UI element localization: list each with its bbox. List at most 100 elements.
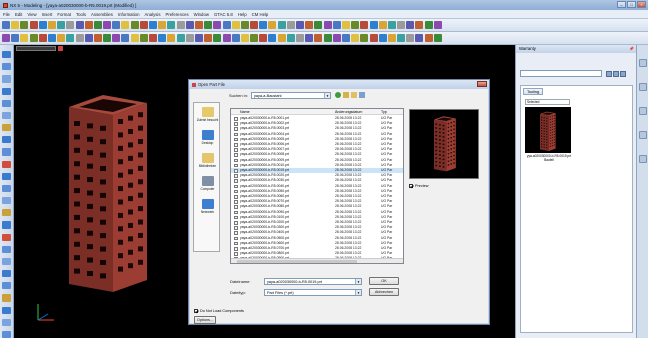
place-desktop[interactable]: Desktop xyxy=(194,130,221,145)
sew-icon[interactable] xyxy=(277,34,286,42)
resource-search-field[interactable] xyxy=(520,70,602,77)
clip-icon[interactable] xyxy=(332,34,341,42)
redo-icon[interactable] xyxy=(2,34,10,42)
dialog-close-button[interactable] xyxy=(477,81,487,87)
subtract-icon[interactable] xyxy=(286,21,295,29)
palette-tool-4-icon[interactable] xyxy=(2,87,11,95)
minimize-button[interactable]: – xyxy=(617,1,626,8)
menu-tools[interactable]: Tools xyxy=(76,12,86,17)
menu-format[interactable]: Format xyxy=(57,12,71,17)
patch-icon[interactable] xyxy=(286,34,295,42)
refresh-icon[interactable] xyxy=(606,71,612,77)
menu-edit[interactable]: Edit xyxy=(15,12,22,17)
thread-icon[interactable] xyxy=(185,34,194,42)
do-not-load-checkbox[interactable] xyxy=(194,309,198,313)
section-icon[interactable] xyxy=(323,34,332,42)
layer-icon[interactable] xyxy=(66,34,75,42)
zoom-icon[interactable] xyxy=(93,21,102,29)
column-date[interactable]: Änderungsdatum xyxy=(335,110,362,114)
hole-icon[interactable] xyxy=(167,21,176,29)
subtract-icon[interactable] xyxy=(222,34,231,42)
sketch-icon[interactable] xyxy=(139,21,148,29)
menu-window[interactable]: Window xyxy=(194,12,209,17)
palette-tool-18-icon[interactable] xyxy=(2,257,11,266)
palette-tool-11-icon[interactable] xyxy=(2,172,11,180)
menu-assemblies[interactable]: Assemblies xyxy=(91,12,113,17)
offset-icon[interactable] xyxy=(323,21,332,29)
extrude-icon[interactable] xyxy=(84,34,93,42)
palette-tool-8-icon[interactable] xyxy=(2,136,11,144)
preview-checkbox[interactable] xyxy=(409,184,413,188)
palette-tool-1-icon[interactable] xyxy=(2,51,11,59)
view-toggle-icon[interactable] xyxy=(613,71,619,77)
scale-icon[interactable] xyxy=(332,21,341,29)
maximize-button[interactable]: □ xyxy=(627,1,636,8)
view-icon[interactable] xyxy=(57,34,66,42)
place-netzwerk[interactable]: Netzwerk xyxy=(194,199,221,214)
filename-field[interactable]: yaya-a020030000-b-R5.0019.prt ▼ xyxy=(264,278,362,285)
dock-tab-2-icon[interactable] xyxy=(638,83,647,91)
place-zuletzt-besucht[interactable]: Zuletzt besucht xyxy=(194,107,221,122)
dock-tab-4-icon[interactable] xyxy=(638,131,647,139)
tower-model[interactable] xyxy=(69,87,169,297)
palette-tool-2-icon[interactable] xyxy=(2,63,11,71)
settings-icon[interactable] xyxy=(620,71,626,77)
palette-tool-5-icon[interactable] xyxy=(2,99,11,107)
clip-icon[interactable] xyxy=(397,21,406,29)
groove-icon[interactable] xyxy=(213,21,222,29)
file-list[interactable]: Name Änderungsdatum Typ yaya-a020030000-… xyxy=(230,108,404,264)
palette-tool-10-icon[interactable] xyxy=(2,160,11,168)
palette-tool-7-icon[interactable] xyxy=(2,124,11,132)
chamfer-icon[interactable] xyxy=(167,34,176,42)
menu-file[interactable]: File xyxy=(3,12,10,17)
palette-tool-22-icon[interactable] xyxy=(2,306,11,314)
menu-cm-help[interactable]: CM Help xyxy=(252,12,269,17)
viewport-tab-close-icon[interactable] xyxy=(58,46,63,51)
new-folder-icon[interactable] xyxy=(351,92,357,98)
filetype-dropdown[interactable]: Part Files (*.prt) ▼ xyxy=(264,289,362,296)
info-icon[interactable] xyxy=(369,21,378,29)
split-icon[interactable] xyxy=(314,21,323,29)
hole-icon[interactable] xyxy=(103,34,112,42)
shade-icon[interactable] xyxy=(406,21,415,29)
boss-icon[interactable] xyxy=(176,21,185,29)
rotate-icon[interactable] xyxy=(103,21,112,29)
palette-tool-13-icon[interactable] xyxy=(2,197,11,205)
look-in-dropdown[interactable]: yaya-a-Baustahl ▼ xyxy=(251,92,331,99)
palette-tool-3-icon[interactable] xyxy=(2,75,11,83)
layer-icon[interactable] xyxy=(130,21,139,29)
render-icon[interactable] xyxy=(11,34,20,42)
paste-icon[interactable] xyxy=(433,34,442,42)
palette-tool-17-icon[interactable] xyxy=(2,245,11,253)
analyze-icon[interactable] xyxy=(378,21,387,29)
mirror-icon[interactable] xyxy=(268,21,277,29)
split-icon[interactable] xyxy=(250,34,259,42)
palette-tool-14-icon[interactable] xyxy=(2,209,11,217)
thread-icon[interactable] xyxy=(250,21,259,29)
open-icon[interactable] xyxy=(11,21,20,29)
viewport-tab[interactable] xyxy=(16,46,56,51)
back-icon[interactable] xyxy=(335,92,341,98)
paste-icon[interactable] xyxy=(47,21,56,29)
new-icon[interactable] xyxy=(387,34,396,42)
dock-tab-3-icon[interactable] xyxy=(638,107,647,115)
sew-icon[interactable] xyxy=(341,21,350,29)
save-icon[interactable] xyxy=(20,21,29,29)
pocket-icon[interactable] xyxy=(185,21,194,29)
groove-icon[interactable] xyxy=(149,34,157,42)
ok-button[interactable]: OK xyxy=(369,277,399,285)
menu-gtac-5-8[interactable]: GTAC 5.8 xyxy=(214,12,233,17)
view-icon[interactable] xyxy=(121,21,130,29)
palette-tool-19-icon[interactable] xyxy=(2,270,11,278)
palette-tool-6-icon[interactable] xyxy=(2,111,11,120)
boss-icon[interactable] xyxy=(112,34,121,42)
slot-icon[interactable] xyxy=(204,21,213,29)
tab-tooling[interactable]: Tooling xyxy=(523,88,544,95)
blend-icon[interactable] xyxy=(222,21,231,29)
new-icon[interactable] xyxy=(2,21,10,29)
shell-icon[interactable] xyxy=(176,34,185,42)
wire-icon[interactable] xyxy=(351,34,360,42)
trim-icon[interactable] xyxy=(305,21,314,29)
menu-help[interactable]: Help xyxy=(238,12,247,17)
cancel-button[interactable]: Abbrechen xyxy=(369,288,399,296)
